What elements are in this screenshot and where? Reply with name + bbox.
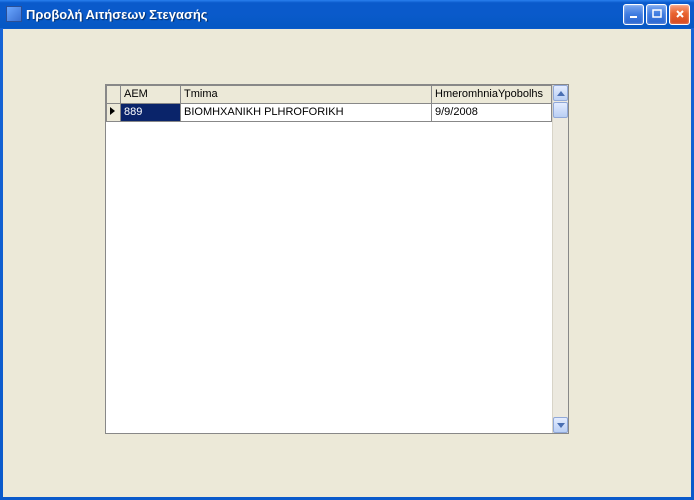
grid-header-row: AEM Tmima HmeromhniaYpobolhs — [107, 86, 552, 104]
grid-body: AEM Tmima HmeromhniaYpobolhs 889 BIOMHXA… — [106, 85, 552, 433]
close-icon — [675, 9, 685, 19]
scroll-up-button[interactable] — [553, 85, 568, 101]
grid-table: AEM Tmima HmeromhniaYpobolhs 889 BIOMHXA… — [106, 85, 552, 122]
client-area: AEM Tmima HmeromhniaYpobolhs 889 BIOMHXA… — [3, 28, 691, 497]
chevron-down-icon — [557, 423, 565, 428]
scroll-down-button[interactable] — [553, 417, 568, 433]
minimize-icon — [629, 9, 639, 19]
close-button[interactable] — [669, 4, 690, 25]
table-row[interactable]: 889 BIOMHXANIKH PLHROFORIKH 9/9/2008 — [107, 104, 552, 122]
vertical-scrollbar[interactable] — [552, 85, 568, 433]
chevron-up-icon — [557, 91, 565, 96]
cell-tmima[interactable]: BIOMHXANIKH PLHROFORIKH — [181, 104, 432, 122]
app-icon — [6, 6, 22, 22]
window-controls — [623, 4, 690, 25]
column-header-aem[interactable]: AEM — [121, 86, 181, 104]
maximize-button[interactable] — [646, 4, 667, 25]
minimize-button[interactable] — [623, 4, 644, 25]
current-row-icon — [110, 107, 115, 115]
cell-aem[interactable]: 889 — [121, 104, 181, 122]
column-header-date[interactable]: HmeromhniaYpobolhs — [432, 86, 552, 104]
scroll-thumb[interactable] — [553, 102, 568, 118]
window-title: Προβολή Αιτήσεων Στεγασής — [26, 7, 623, 22]
column-header-tmima[interactable]: Tmima — [181, 86, 432, 104]
data-grid[interactable]: AEM Tmima HmeromhniaYpobolhs 889 BIOMHXA… — [105, 84, 569, 434]
title-bar[interactable]: Προβολή Αιτήσεων Στεγασής — [0, 0, 694, 28]
row-indicator[interactable] — [107, 104, 121, 122]
application-window: Προβολή Αιτήσεων Στεγασής — [0, 0, 694, 500]
cell-date[interactable]: 9/9/2008 — [432, 104, 552, 122]
row-selector-header[interactable] — [107, 86, 121, 104]
maximize-icon — [652, 9, 662, 19]
